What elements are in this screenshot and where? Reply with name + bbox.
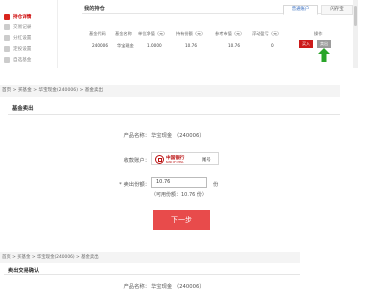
cell-shares: 10.76 (185, 43, 197, 48)
page-title: 卖出交易确认 (8, 268, 40, 274)
product-value: 华宝现金 （240006） (151, 284, 205, 290)
breadcrumb: 首页 > 买基金 > 华宝现金(240006) > 基金卖出 (0, 252, 300, 263)
cell-market-value: 10.76 (228, 43, 240, 48)
scrollbar-thumb[interactable] (354, 6, 357, 26)
arrow-up-icon (318, 48, 330, 62)
holdings-title: 我的持仓 (84, 6, 105, 12)
cell-nav: 1.0000 (147, 43, 162, 48)
sidebar-item-holdings[interactable]: 持仓详情 (4, 14, 31, 20)
column-header: 单位净值（元） (138, 31, 168, 36)
confirm-panel: 首页 > 买基金 > 华宝现金(240006) > 基金卖出 卖出交易确认 产品… (0, 252, 300, 290)
product-value: 华宝现金 （240006） (151, 133, 205, 139)
sidebar-item-trades[interactable]: 交易记录 (4, 24, 31, 30)
sell-button[interactable]: 卖出 (317, 40, 331, 48)
quantity-label: * 卖出份额： (119, 182, 150, 188)
column-header: 基金名称 (115, 31, 132, 36)
next-button[interactable]: 下一步 (153, 210, 210, 230)
bank-sub: BANK OF CHINA (166, 160, 184, 164)
column-header: 操作 (314, 31, 323, 36)
product-label: 产品名称： (123, 284, 151, 290)
account-label: 收款账户： (123, 158, 151, 164)
holdings-icon (4, 14, 10, 20)
dividend-icon (4, 35, 10, 41)
tab-normal-account[interactable]: 普通账户 (283, 5, 318, 15)
plan-icon (4, 46, 10, 52)
available-shares: （可用份额：10.76 份） (151, 192, 207, 198)
buy-button[interactable]: 买入 (299, 40, 313, 48)
sell-form-panel: 首页 > 买基金 > 华宝现金(240006) > 基金卖出 基金卖出 产品名称… (0, 85, 340, 235)
quantity-unit: 份 (213, 182, 219, 188)
quantity-input[interactable]: 10.76 (151, 177, 207, 188)
account-select[interactable]: 中国银行 BANK OF CHINA 尾号 (151, 152, 219, 165)
cell-pnl: 0 (271, 43, 274, 48)
record-icon (4, 24, 10, 30)
page-title: 基金卖出 (12, 106, 34, 112)
sidebar: 持仓详情 交易记录 分红设置 定投设置 自选基金 (0, 0, 58, 68)
sidebar-item-dividend[interactable]: 分红设置 (4, 35, 31, 41)
column-header: 浮动盈亏（元） (252, 31, 282, 36)
column-header: 参考市值（元） (215, 31, 245, 36)
tab-flash-save[interactable]: 闪存宝 (321, 5, 353, 15)
product-label: 产品名称： (123, 133, 151, 139)
column-header: 基金代码 (89, 31, 106, 36)
bank-of-china-icon (155, 155, 164, 164)
card-tail: 尾号 (202, 158, 211, 163)
divider (8, 114, 340, 115)
sidebar-item-favorites[interactable]: 自选基金 (4, 57, 31, 63)
column-header: 持有份额（元） (176, 31, 206, 36)
cell-name: 华宝现金 (117, 43, 134, 48)
breadcrumb: 首页 > 买基金 > 华宝现金(240006) > 基金卖出 (0, 85, 340, 97)
star-icon (4, 57, 10, 63)
scrollbar[interactable] (353, 0, 358, 68)
divider (4, 274, 300, 275)
sidebar-item-plan[interactable]: 定投设置 (4, 46, 31, 52)
holdings-panel: 持仓详情 交易记录 分红设置 定投设置 自选基金 我的持仓 普通账户 闪存宝 基… (0, 0, 370, 68)
cell-code: 240006 (92, 43, 108, 48)
